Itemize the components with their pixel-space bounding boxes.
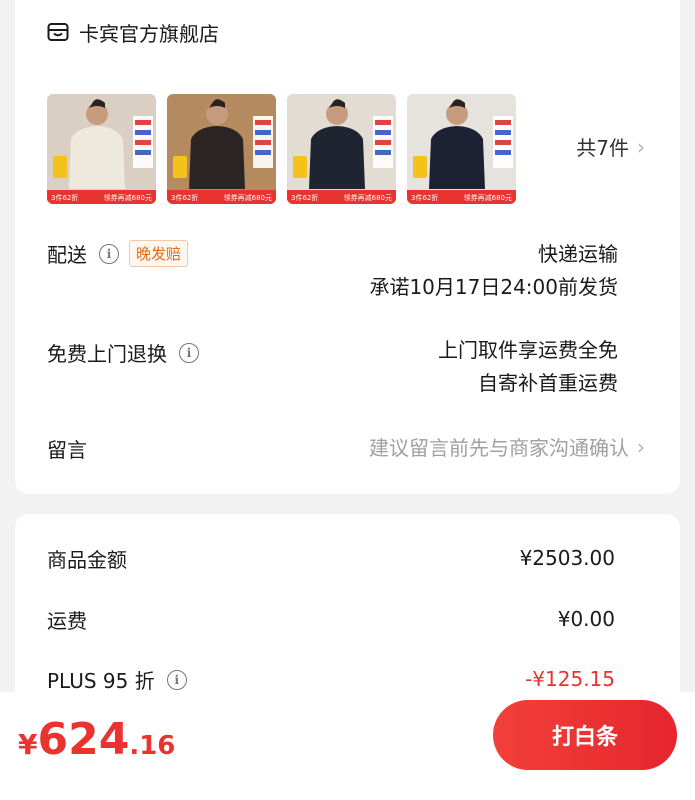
promo-banner-left: 3件62折 (411, 194, 439, 202)
message-placeholder: 建议留言前先与商家沟通确认 (369, 436, 629, 460)
checkout-bar: ¥ 624 .16 打白条 (0, 692, 695, 800)
shipping-label: 运费 (47, 609, 87, 633)
chevron-right-icon: › (637, 134, 645, 159)
returns-label-group: 免费上门退换 i (47, 338, 199, 367)
promo-banner-left: 3件62折 (51, 194, 79, 202)
late-compensation-badge: 晚发赔 (129, 240, 189, 267)
delivery-details[interactable]: 快递运输 承诺10月17日24:00前发货 (369, 238, 618, 304)
total-price: ¥ 624 .16 (18, 714, 175, 765)
item-count-link[interactable]: 共7件 › (576, 132, 645, 161)
product-thumb-3[interactable]: 3件62折 领券再减680元 (287, 94, 396, 204)
delivery-promise: 承诺10月17日24:00前发货 (369, 275, 618, 299)
product-image (47, 94, 156, 204)
plus-discount-label-group: PLUS 95 折 i (47, 665, 187, 694)
store-header[interactable]: 卡宾官方旗舰店 (47, 14, 219, 50)
delivery-label: 配送 (47, 243, 87, 267)
promo-banner-left: 3件62折 (171, 194, 199, 202)
delivery-label-group: 配送 i 晚发赔 (47, 239, 189, 268)
product-thumbnails[interactable]: 3件62折 领券再减680元 3件62折 领券再减680元 3件62折 领券再减680元 3… (47, 94, 527, 204)
promo-banner-right: 领券再减680元 (223, 194, 272, 202)
message-label-text: 留言 (47, 438, 87, 462)
price-integer: 624 (37, 714, 130, 765)
product-thumb-1[interactable]: 3件62折 领券再减680元 (47, 94, 156, 204)
item-count: 共7件 (576, 136, 629, 160)
product-image (407, 94, 516, 204)
promo-banner-left: 3件62折 (291, 194, 319, 202)
product-image (287, 94, 396, 204)
pay-button[interactable]: 打白条 (493, 700, 677, 770)
goods-amount-label: 商品金额 (47, 548, 127, 572)
product-thumb-4[interactable]: 3件62折 领券再减680元 (407, 94, 516, 204)
amount-card: 商品金额 ¥2503.00 运费 ¥0.00 PLUS 95 折 i -¥125… (15, 514, 680, 714)
message-input[interactable]: 建议留言前先与商家沟通确认 › (369, 432, 645, 461)
promo-banner-right: 领券再减680元 (103, 194, 152, 202)
returns-details: 上门取件享运费全免 自寄补首重运费 (438, 334, 618, 400)
message-label: 留言 (47, 434, 87, 463)
promo-banner-right: 领券再减680元 (463, 194, 512, 202)
price-decimal: .16 (129, 731, 176, 761)
shipping-value: ¥0.00 (557, 607, 615, 631)
product-image (167, 94, 276, 204)
returns-line-2: 自寄补首重运费 (478, 371, 618, 395)
promo-banner-right: 领券再减680元 (343, 194, 392, 202)
order-info-card: 卡宾官方旗舰店 3件62折 领券再减680元 3件62折 领券再减680元 3件62折 领… (15, 0, 680, 494)
product-thumb-2[interactable]: 3件62折 领券再减680元 (167, 94, 276, 204)
chevron-right-icon: › (637, 434, 645, 459)
info-icon[interactable]: i (179, 342, 199, 363)
info-icon[interactable]: i (166, 669, 187, 690)
delivery-method: 快递运输 (538, 242, 618, 266)
goods-amount-value: ¥2503.00 (519, 546, 615, 570)
returns-label: 免费上门退换 (47, 342, 167, 366)
plus-discount-value: -¥125.15 (525, 667, 615, 691)
info-icon[interactable]: i (99, 243, 119, 264)
store-name: 卡宾官方旗舰店 (79, 21, 219, 46)
currency-symbol: ¥ (18, 728, 38, 761)
store-icon (47, 23, 69, 41)
plus-discount-label: PLUS 95 折 (47, 669, 155, 693)
returns-line-1: 上门取件享运费全免 (438, 338, 618, 362)
